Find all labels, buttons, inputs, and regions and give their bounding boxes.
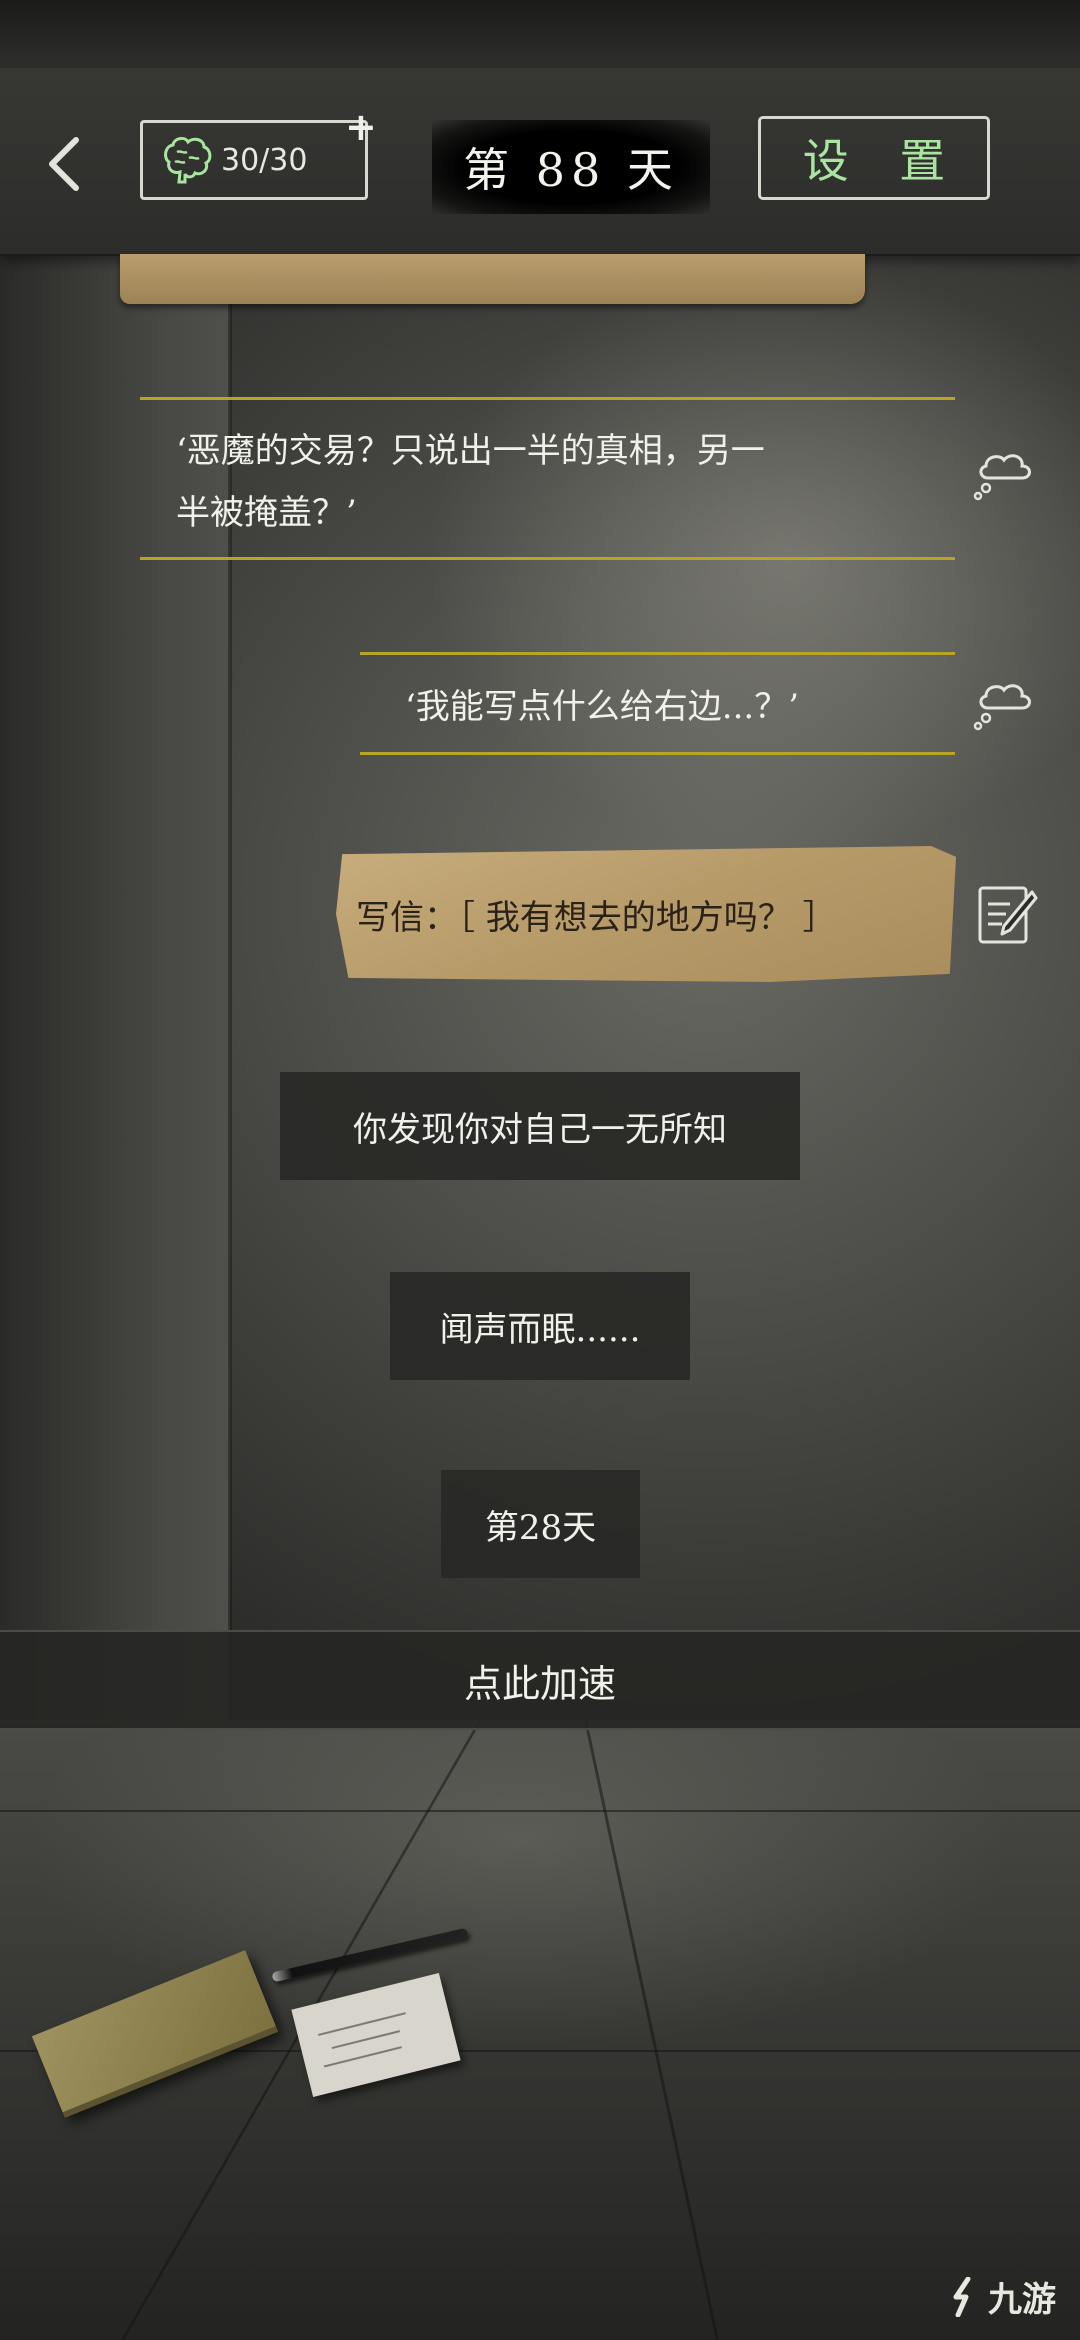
back-arrow-icon: [49, 137, 79, 191]
thought-cloud-icon[interactable]: [972, 446, 1038, 502]
thought-divider: [360, 752, 955, 755]
thought-cloud-icon[interactable]: [972, 676, 1038, 732]
settings-button[interactable]: 设 置: [758, 116, 990, 200]
thought-divider: [360, 652, 955, 655]
day-counter: 第 88 天: [432, 120, 710, 214]
brain-icon: [164, 136, 212, 184]
speed-up-button[interactable]: 点此加速: [0, 1630, 1080, 1730]
brain-energy-meter: 30/30: [140, 120, 368, 200]
watermark-text: 九游: [988, 2280, 1056, 2320]
write-letter-icon[interactable]: [974, 882, 1040, 948]
narration-box: 你发现你对自己一无所知: [280, 1072, 800, 1180]
thought-text: 半被掩盖？’: [176, 493, 357, 533]
watermark: 九游: [948, 2272, 1056, 2321]
back-button[interactable]: [38, 124, 90, 204]
brain-value: 30/30: [221, 142, 308, 178]
thought-bubble-2: ‘我能写点什么给右边...？’: [405, 676, 799, 738]
top-bar: 30/30 + 第 88 天 设 置: [0, 68, 1080, 256]
narration-box: 第28天: [441, 1470, 640, 1578]
jiuyou-logo-icon: [953, 2276, 971, 2317]
thought-bubble-1: ‘恶魔的交易？只说出一半的真相，另一 半被掩盖？’: [176, 420, 916, 544]
thought-divider: [140, 397, 955, 400]
ceiling: [0, 0, 1080, 70]
paper-strip: [120, 254, 865, 304]
thought-text: ‘我能写点什么给右边...？’: [405, 687, 800, 727]
plus-icon[interactable]: +: [345, 108, 377, 146]
thought-text: ‘恶魔的交易？只说出一半的真相，另一: [176, 431, 765, 471]
narration-box: 闻声而眠......: [390, 1272, 690, 1380]
thought-divider: [140, 557, 955, 560]
letter-note[interactable]: 写信：［ 我有想去的地方吗？ ］: [336, 846, 956, 982]
